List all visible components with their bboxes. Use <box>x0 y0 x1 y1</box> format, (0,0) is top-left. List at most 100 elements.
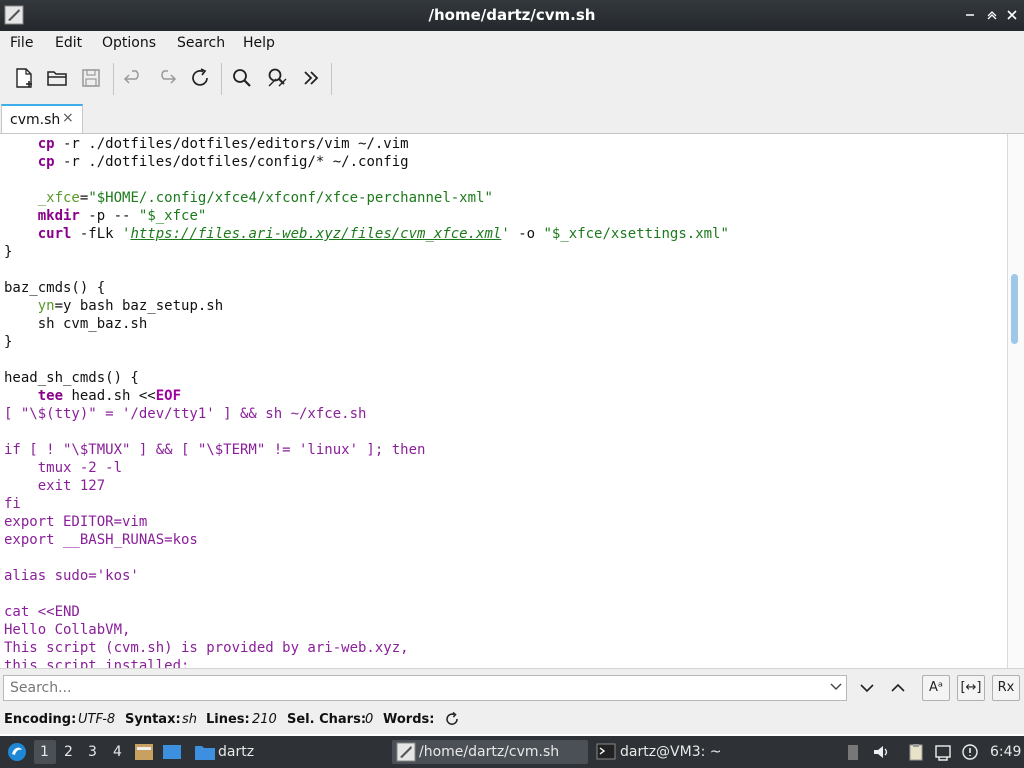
taskbar-panel: 1 2 3 4 dartz /home/dartz/cvm.sh dartz@V… <box>0 736 1024 768</box>
close-window-button[interactable] <box>1004 7 1020 23</box>
reload-icon[interactable] <box>188 66 212 90</box>
toolbar-separator <box>221 63 222 95</box>
menu-file[interactable]: File <box>10 35 33 51</box>
code-line: [ "\$(tty)" = '/dev/tty1' ] && sh ~/xfce… <box>4 406 367 422</box>
clock: 6:49 <box>990 744 1022 760</box>
search-bar: Aᵃ [↔] Rx <box>0 668 1024 707</box>
menu-options[interactable]: Options <box>102 35 156 51</box>
workspace-4[interactable]: 4 <box>113 744 122 760</box>
new-file-icon[interactable] <box>12 66 36 90</box>
workspace-2[interactable]: 2 <box>64 744 73 760</box>
undo-icon[interactable] <box>121 66 145 90</box>
more-icon[interactable] <box>299 66 323 90</box>
find-next-button[interactable] <box>853 675 881 701</box>
minimize-button[interactable] <box>962 7 978 23</box>
lines-value: 210 <box>252 712 277 727</box>
code-line: Hello CollabVM, <box>4 622 131 638</box>
find-previous-button[interactable] <box>884 675 912 701</box>
code-text[interactable]: cp -r ./dotfiles/dotfiles/editors/vim ~/… <box>4 135 729 668</box>
code-line: This script (cvm.sh) is provided by ari-… <box>4 640 409 656</box>
encoding-value: UTF-8 <box>78 712 116 727</box>
code-line: exit 127 <box>4 478 106 494</box>
task-featherpad[interactable]: /home/dartz/cvm.sh <box>392 740 588 764</box>
code-line: yn=y bash baz_setup.sh <box>37 298 224 314</box>
show-desktop-icon[interactable] <box>161 740 183 764</box>
tab-bar: cvm.sh × <box>0 101 1024 134</box>
notifications-icon[interactable] <box>960 742 980 762</box>
code-editor[interactable]: cp -r ./dotfiles/dotfiles/editors/vim ~/… <box>0 134 1008 668</box>
code-line: alias sudo='kos' <box>4 568 139 584</box>
syntax-label: Syntax: <box>125 712 181 727</box>
menu-search[interactable]: Search <box>177 35 225 51</box>
toolbar-separator <box>113 63 114 95</box>
scrollbar-thumb[interactable] <box>1011 274 1018 344</box>
code-line: if [ ! "\$TMUX" ] && [ "\$TERM" != 'linu… <box>4 442 426 458</box>
search-history-dropdown-icon[interactable] <box>829 680 843 694</box>
replace-icon[interactable] <box>265 66 289 90</box>
code-line: sh cvm_baz.sh <box>4 316 148 332</box>
refresh-words-icon[interactable] <box>444 711 460 731</box>
regex-button[interactable]: Rx <box>992 675 1020 701</box>
workspace-1[interactable]: 1 <box>40 744 49 760</box>
code-line: } <box>4 334 13 350</box>
words-label: Words: <box>383 712 435 727</box>
close-tab-icon[interactable]: × <box>62 110 74 126</box>
folder-task-label: dartz <box>218 744 255 760</box>
code-line: export __BASH_RUNAS=kos <box>4 532 198 548</box>
file-manager-launcher-icon[interactable] <box>133 740 155 764</box>
code-line: cat <<END <box>4 604 80 620</box>
code-line: head_sh_cmds() { <box>4 370 139 386</box>
task-terminal[interactable]: dartz@VM3: ~ <box>596 740 746 764</box>
toolbar <box>0 55 1024 101</box>
start-menu-icon[interactable] <box>6 741 28 767</box>
code-line: export EDITOR=vim <box>4 514 148 530</box>
status-bar: Encoding: UTF-8 Syntax: sh Lines: 210 Se… <box>0 706 1024 734</box>
printer-tray-icon[interactable] <box>843 742 863 762</box>
menu-edit[interactable]: Edit <box>55 35 82 51</box>
tab-label: cvm.sh <box>10 112 61 128</box>
match-case-button[interactable]: Aᵃ <box>922 675 950 701</box>
code-line: curl -fLk 'https://files.ari-web.xyz/fil… <box>37 226 729 242</box>
vertical-scrollbar[interactable] <box>1008 134 1024 668</box>
code-line: this script installed: <box>4 658 190 668</box>
tab-cvm-sh[interactable]: cvm.sh × <box>1 104 83 133</box>
encoding-label: Encoding: <box>4 712 77 727</box>
whole-word-button[interactable]: [↔] <box>957 675 985 701</box>
search-input[interactable] <box>3 675 847 701</box>
lines-label: Lines: <box>206 712 250 727</box>
window-title: /home/dartz/cvm.sh <box>428 6 596 24</box>
redo-icon[interactable] <box>155 66 179 90</box>
code-line: tee head.sh <<EOF <box>37 388 182 404</box>
code-line: tmux -2 -l <box>4 460 123 476</box>
code-line: mkdir -p -- "$_xfce" <box>37 208 207 224</box>
restore-button[interactable] <box>984 7 1000 23</box>
volume-icon[interactable] <box>871 742 891 762</box>
menu-help[interactable]: Help <box>243 35 275 51</box>
open-file-icon[interactable] <box>45 66 69 90</box>
network-icon[interactable] <box>933 742 953 762</box>
task-featherpad-label: /home/dartz/cvm.sh <box>419 744 560 760</box>
task-terminal-label: dartz@VM3: ~ <box>620 744 722 760</box>
code-line: cp -r ./dotfiles/dotfiles/config/* ~/.co… <box>37 154 409 170</box>
clipboard-icon[interactable] <box>906 742 926 762</box>
syntax-value: sh <box>182 712 198 727</box>
code-line: baz_cmds() { <box>4 280 106 296</box>
workspace-3[interactable]: 3 <box>88 744 97 760</box>
code-line: cp -r ./dotfiles/dotfiles/editors/vim ~/… <box>37 136 409 152</box>
code-line: fi <box>4 496 21 512</box>
sel-chars-label: Sel. Chars: <box>287 712 367 727</box>
find-icon[interactable] <box>230 66 254 90</box>
title-bar: /home/dartz/cvm.sh <box>0 0 1024 31</box>
sel-chars-value: 0 <box>365 712 374 727</box>
menu-bar: File Edit Options Search Help <box>0 31 1024 55</box>
toolbar-separator <box>331 63 332 95</box>
code-line: _xfce="$HOME/.config/xfce4/xfconf/xfce-p… <box>37 190 493 206</box>
save-icon[interactable] <box>79 66 103 90</box>
code-line: } <box>4 244 13 260</box>
